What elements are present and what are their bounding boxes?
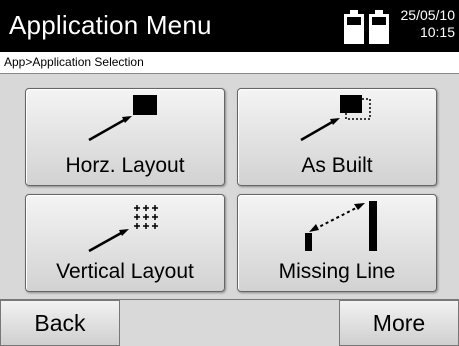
softkey-bar: Back More <box>0 299 459 346</box>
missing-line-button[interactable]: Missing Line <box>237 194 437 292</box>
app-label: Vertical Layout <box>56 260 194 283</box>
more-button[interactable]: More <box>339 300 459 346</box>
app-grid: Horz. Layout As Built Vertical Layout Mi… <box>0 74 459 299</box>
app-label: As Built <box>301 154 373 177</box>
vertical-layout-button[interactable]: Vertical Layout <box>25 194 225 292</box>
title-bar: Application Menu 25/05/10 10:15 <box>0 0 459 52</box>
datetime: 25/05/10 10:15 <box>401 7 456 41</box>
breadcrumb-bar: App>Application Selection <box>0 52 459 74</box>
page-title: Application Menu <box>9 10 212 40</box>
horz-layout-button[interactable]: Horz. Layout <box>25 88 225 186</box>
date-text: 25/05/10 <box>400 7 456 23</box>
as-built-button[interactable]: As Built <box>237 88 437 186</box>
app-label: Horz. Layout <box>65 154 185 177</box>
breadcrumb: App>Application Selection <box>4 55 144 69</box>
time-text: 10:15 <box>419 24 455 40</box>
back-button[interactable]: Back <box>0 300 120 346</box>
app-label: Missing Line <box>278 260 396 283</box>
battery-status-icon <box>344 10 389 44</box>
